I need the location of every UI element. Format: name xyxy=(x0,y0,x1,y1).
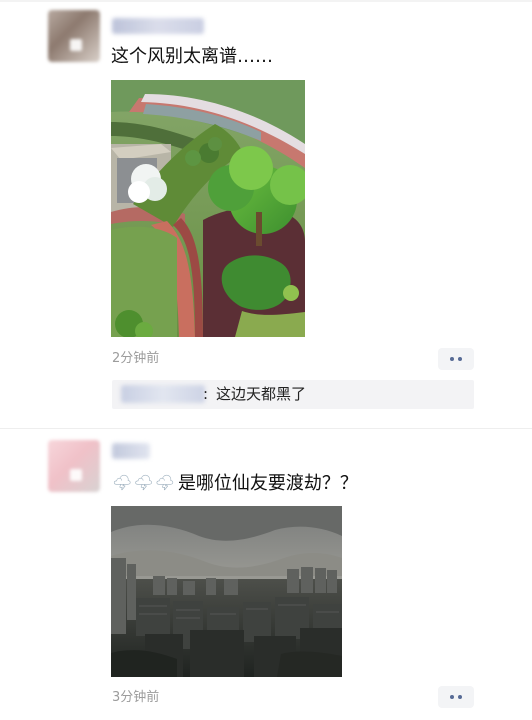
post-2-avatar-mark xyxy=(70,469,82,481)
post-1: 这个风别太离谱…… 2分钟前: 这边天都黑了 xyxy=(0,0,532,428)
comment-colon: : xyxy=(203,385,209,403)
post-2: 🌩🌩🌩 是哪位仙友要渡劫？？ 3分钟前 xyxy=(0,430,532,720)
post-1-photo[interactable] xyxy=(111,80,305,337)
post-2-photo[interactable] xyxy=(111,506,342,677)
post-2-more-button[interactable] xyxy=(438,686,474,708)
thunder-cloud-icon: 🌩🌩🌩 xyxy=(112,473,176,492)
storm-city-photo xyxy=(111,506,342,677)
more-icon-dot-right xyxy=(458,357,462,361)
post-1-time: 2分钟前 xyxy=(112,351,160,366)
post-1-author-name[interactable] xyxy=(112,18,204,34)
more-icon-dot-left xyxy=(450,695,454,699)
post-2-avatar[interactable] xyxy=(48,440,100,492)
post-2-text-content: 是哪位仙友要渡劫？？ xyxy=(177,473,358,494)
comment-text: 这边天都黑了 xyxy=(216,385,307,403)
more-icon-dot-right xyxy=(458,695,462,699)
post-2-text: 🌩🌩🌩 是哪位仙友要渡劫？？ xyxy=(112,471,358,496)
post-divider xyxy=(0,428,532,429)
post-1-comment: : 这边天都黑了 xyxy=(112,380,474,409)
post-1-text: 这个风别太离谱…… xyxy=(111,46,273,67)
aerial-garden-photo xyxy=(111,80,305,337)
comment-author-name[interactable] xyxy=(121,385,205,403)
moments-feed: 这个风别太离谱…… 2分钟前: 这边天都黑了 🌩🌩🌩 是哪位仙友要渡劫？？ 3… xyxy=(0,0,532,720)
post-1-more-button[interactable] xyxy=(438,348,474,370)
post-1-avatar[interactable] xyxy=(48,10,100,62)
post-2-author-name[interactable] xyxy=(112,443,150,459)
more-icon-dot-left xyxy=(450,357,454,361)
post-1-avatar-mark xyxy=(70,39,82,51)
post-2-time: 3分钟前 xyxy=(112,690,160,705)
